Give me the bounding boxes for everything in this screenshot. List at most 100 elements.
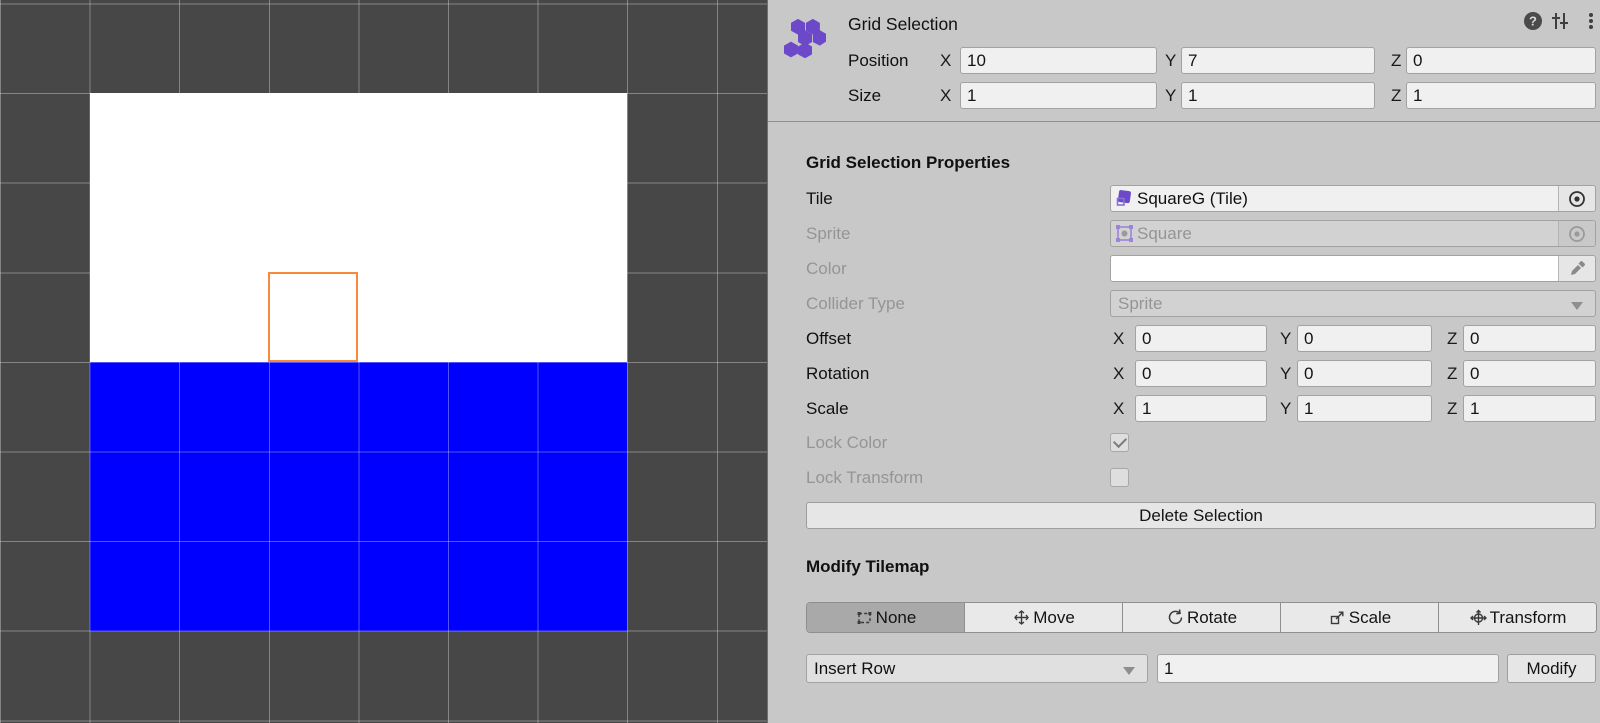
axis-y-label: Y bbox=[1165, 51, 1176, 71]
color-label: Color bbox=[806, 259, 847, 279]
lock-transform-row: Lock Transform bbox=[768, 464, 1600, 491]
tilemap-white-region[interactable] bbox=[90, 93, 628, 362]
tile-asset-icon bbox=[1115, 189, 1134, 208]
transform-icon bbox=[1469, 608, 1488, 627]
selection-none-icon bbox=[855, 608, 874, 627]
sprite-object-picker-icon bbox=[1558, 221, 1595, 246]
chevron-down-icon bbox=[1571, 302, 1583, 310]
more-icon[interactable] bbox=[1580, 10, 1600, 32]
scene-view[interactable] bbox=[0, 0, 767, 723]
scale-row: Scale X Y Z bbox=[768, 395, 1600, 422]
sprite-object-value: Square bbox=[1137, 224, 1558, 244]
scale-y-input[interactable] bbox=[1297, 395, 1432, 422]
offset-row: Offset X Y Z bbox=[768, 325, 1600, 352]
modify-button[interactable]: Modify bbox=[1507, 654, 1596, 683]
axis-z-label: Z bbox=[1447, 364, 1457, 384]
tool-move-label: Move bbox=[1033, 608, 1075, 628]
axis-z-label: Z bbox=[1391, 86, 1401, 106]
help-icon[interactable]: ? bbox=[1522, 10, 1544, 32]
tool-scale-button[interactable]: Scale bbox=[1281, 603, 1439, 632]
size-row: Size X Y Z bbox=[768, 82, 1600, 109]
offset-y-input[interactable] bbox=[1297, 325, 1432, 352]
modify-action-row: Insert Row Modify bbox=[768, 654, 1600, 683]
scale-z-input[interactable] bbox=[1463, 395, 1596, 422]
tool-none-label: None bbox=[876, 608, 917, 628]
collider-type-label: Collider Type bbox=[806, 294, 905, 314]
lock-transform-checkbox bbox=[1110, 468, 1129, 487]
unity-editor: Grid Selection ? Position X Y bbox=[0, 0, 1600, 723]
tool-none-button[interactable]: None bbox=[807, 603, 965, 632]
color-field bbox=[1110, 255, 1596, 282]
color-swatch bbox=[1111, 256, 1558, 281]
properties-header: Grid Selection Properties bbox=[806, 153, 1010, 173]
modify-operation-value: Insert Row bbox=[814, 659, 1147, 679]
tool-rotate-button[interactable]: Rotate bbox=[1123, 603, 1281, 632]
axis-x-label: X bbox=[940, 86, 951, 106]
offset-x-input[interactable] bbox=[1135, 325, 1267, 352]
position-row: Position X Y Z bbox=[768, 47, 1600, 74]
sprite-label: Sprite bbox=[806, 224, 850, 244]
properties-header-row: Grid Selection Properties bbox=[768, 149, 1600, 176]
size-x-input[interactable] bbox=[960, 82, 1157, 109]
inspector-panel: Grid Selection ? Position X Y bbox=[767, 0, 1600, 723]
move-icon bbox=[1012, 608, 1031, 627]
tool-transform-label: Transform bbox=[1490, 608, 1567, 628]
sprite-row: Sprite Square bbox=[768, 220, 1600, 247]
modify-count-input[interactable] bbox=[1157, 654, 1499, 683]
tile-object-picker-icon[interactable] bbox=[1558, 186, 1595, 211]
collider-type-row: Collider Type Sprite bbox=[768, 290, 1600, 317]
tilemap-blue-region[interactable] bbox=[90, 362, 628, 631]
rotation-y-input[interactable] bbox=[1297, 360, 1432, 387]
tool-move-button[interactable]: Move bbox=[965, 603, 1123, 632]
grid-selection-outline bbox=[268, 272, 358, 362]
offset-z-input[interactable] bbox=[1463, 325, 1596, 352]
axis-x-label: X bbox=[1113, 399, 1124, 419]
size-label: Size bbox=[848, 86, 881, 106]
scale-icon bbox=[1328, 608, 1347, 627]
scale-x-input[interactable] bbox=[1135, 395, 1267, 422]
axis-z-label: Z bbox=[1447, 399, 1457, 419]
size-y-input[interactable] bbox=[1181, 82, 1375, 109]
position-label: Position bbox=[848, 51, 908, 71]
axis-y-label: Y bbox=[1280, 364, 1291, 384]
offset-label: Offset bbox=[806, 329, 851, 349]
axis-x-label: X bbox=[1113, 364, 1124, 384]
rotation-x-input[interactable] bbox=[1135, 360, 1267, 387]
tool-transform-button[interactable]: Transform bbox=[1439, 603, 1596, 632]
modify-tilemap-header-row: Modify Tilemap bbox=[768, 553, 1600, 580]
color-row: Color bbox=[768, 255, 1600, 282]
size-z-input[interactable] bbox=[1406, 82, 1596, 109]
modify-tool-toolbar: None Move R bbox=[806, 602, 1597, 633]
tile-row: Tile SquareG (Tile) bbox=[768, 185, 1600, 212]
modify-tilemap-header: Modify Tilemap bbox=[806, 557, 929, 577]
presets-icon[interactable] bbox=[1549, 10, 1571, 32]
eyedropper-icon bbox=[1558, 256, 1595, 281]
axis-y-label: Y bbox=[1165, 86, 1176, 106]
header-divider bbox=[768, 121, 1600, 122]
rotation-z-input[interactable] bbox=[1463, 360, 1596, 387]
axis-x-label: X bbox=[940, 51, 951, 71]
scale-label: Scale bbox=[806, 399, 849, 419]
delete-selection-button[interactable]: Delete Selection bbox=[806, 502, 1596, 529]
tile-object-field[interactable]: SquareG (Tile) bbox=[1110, 185, 1596, 212]
lock-color-label: Lock Color bbox=[806, 433, 887, 453]
axis-z-label: Z bbox=[1447, 329, 1457, 349]
rotate-icon bbox=[1166, 608, 1185, 627]
tool-rotate-label: Rotate bbox=[1187, 608, 1237, 628]
axis-y-label: Y bbox=[1280, 329, 1291, 349]
position-z-input[interactable] bbox=[1406, 47, 1596, 74]
collider-type-value: Sprite bbox=[1118, 294, 1595, 314]
tool-scale-label: Scale bbox=[1349, 608, 1392, 628]
sprite-object-field: Square bbox=[1110, 220, 1596, 247]
position-x-input[interactable] bbox=[960, 47, 1157, 74]
modify-operation-dropdown[interactable]: Insert Row bbox=[806, 654, 1148, 683]
axis-x-label: X bbox=[1113, 329, 1124, 349]
axis-y-label: Y bbox=[1280, 399, 1291, 419]
sprite-asset-icon bbox=[1115, 224, 1134, 243]
tile-object-value: SquareG (Tile) bbox=[1137, 189, 1558, 209]
lock-color-row: Lock Color bbox=[768, 429, 1600, 456]
collider-type-dropdown: Sprite bbox=[1110, 290, 1596, 317]
rotation-label: Rotation bbox=[806, 364, 869, 384]
position-y-input[interactable] bbox=[1181, 47, 1375, 74]
lock-color-checkbox bbox=[1110, 433, 1129, 452]
